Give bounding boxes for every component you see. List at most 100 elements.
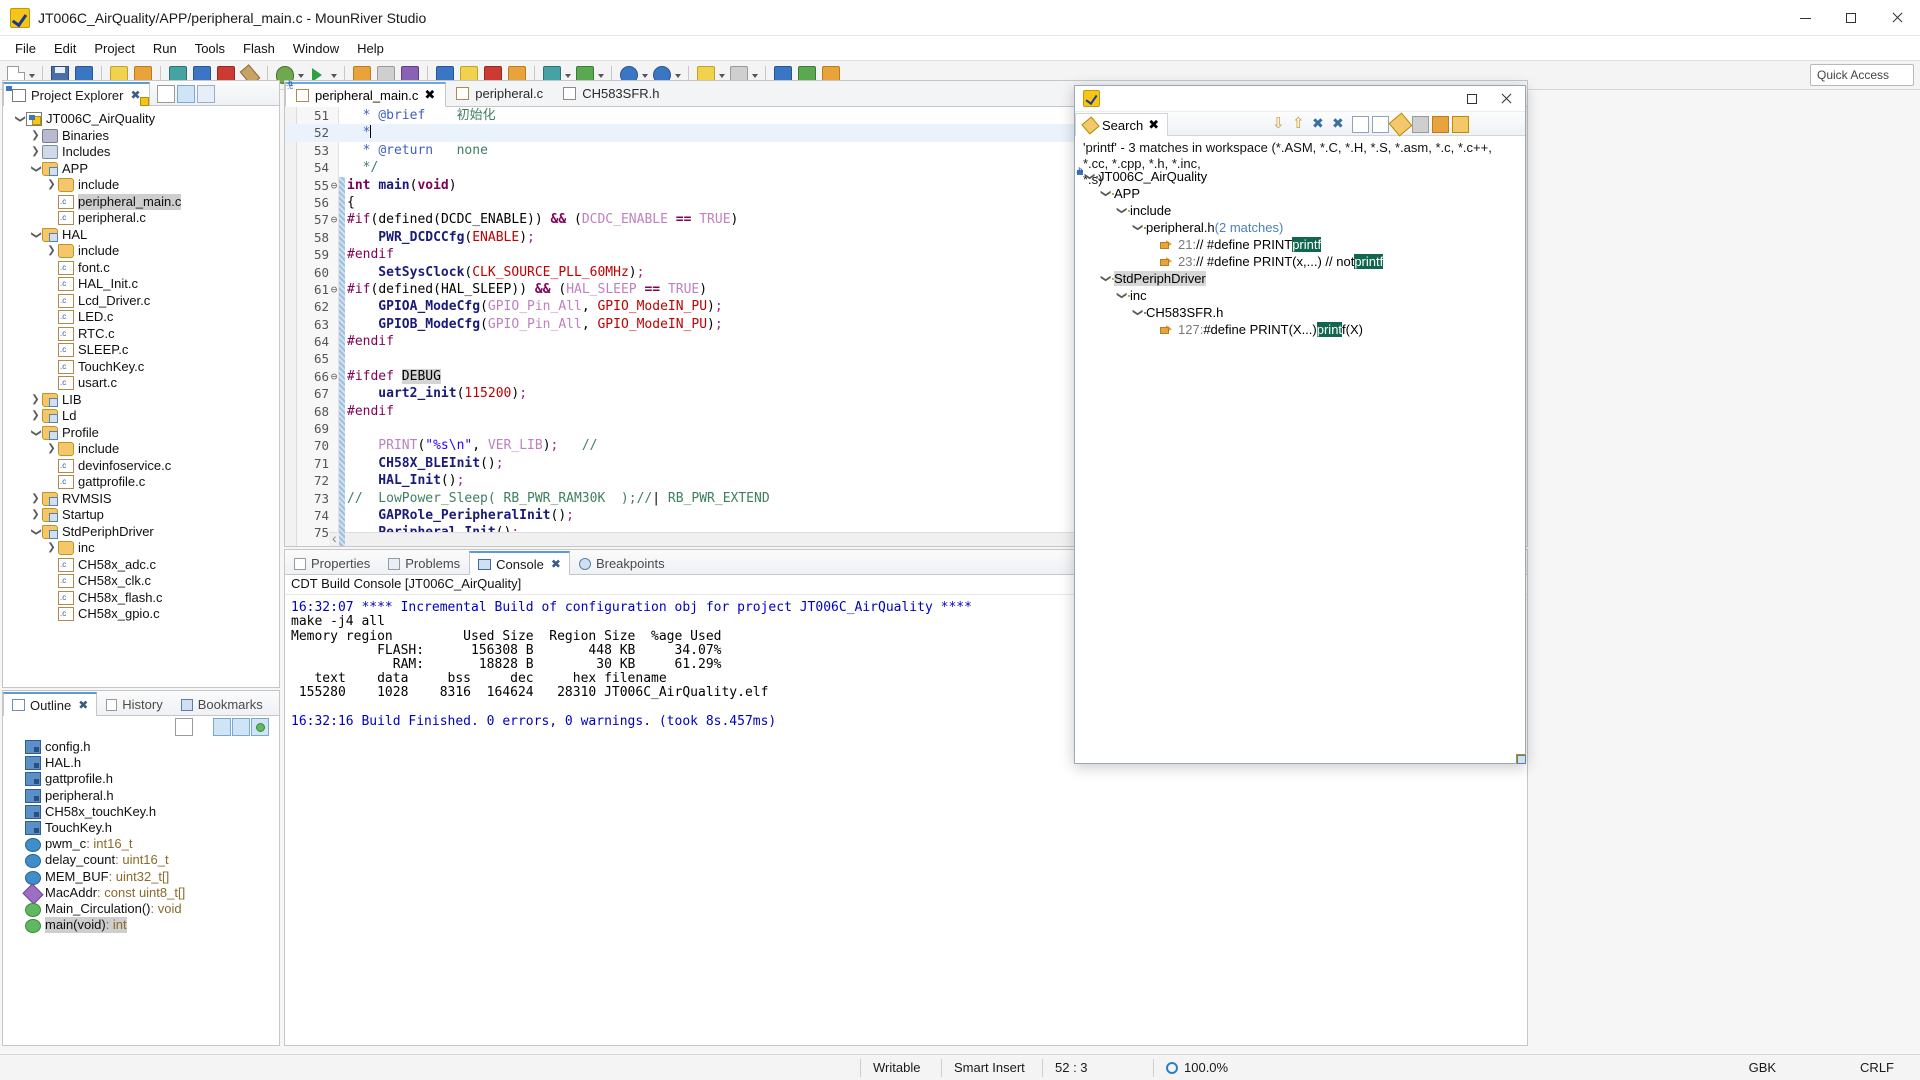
tree-item-ch58x-adc-c[interactable]: CH58x_adc.c bbox=[3, 557, 279, 574]
menu-tools[interactable]: Tools bbox=[186, 38, 234, 59]
expand-arrow-icon[interactable]: ❯ bbox=[29, 128, 42, 144]
expand-arrow-icon[interactable]: ❯ bbox=[29, 507, 42, 523]
tree-item-include[interactable]: ❯ include bbox=[3, 441, 279, 458]
tree-item-ld[interactable]: ❯ Ld bbox=[3, 408, 279, 425]
fold-toggle-icon[interactable]: ⊖ bbox=[329, 211, 339, 228]
search-result-row[interactable]: ❯peripheral.h (2 matches) bbox=[1075, 219, 1525, 236]
hide-fields-icon[interactable] bbox=[213, 718, 231, 736]
minimize-icon[interactable] bbox=[237, 85, 255, 103]
close-button[interactable] bbox=[1489, 86, 1523, 112]
expand-arrow-icon[interactable]: ❯ bbox=[45, 441, 58, 457]
show-next-match-icon[interactable]: ⇩ bbox=[1272, 116, 1289, 133]
project-tree[interactable]: ❯ JT006C_AirQuality ❯ Binaries ❯ Includes ❯ APP… bbox=[3, 107, 279, 687]
outline-item-ch58x-touchkey-h[interactable]: CH58x_touchKey.h bbox=[3, 804, 279, 820]
tree-item-led-c[interactable]: LED.c bbox=[3, 309, 279, 326]
collapse-all-icon[interactable] bbox=[157, 85, 175, 103]
fold-toggle-icon[interactable]: ⊖ bbox=[329, 177, 339, 194]
collapse-arrow-icon[interactable]: ❯ bbox=[1084, 170, 1095, 183]
tree-item-app[interactable]: ❯ APP bbox=[3, 161, 279, 178]
menu-help[interactable]: Help bbox=[348, 38, 393, 59]
tab-search[interactable]: Search ✖ bbox=[1075, 113, 1169, 136]
status-zoom[interactable]: 100.0% bbox=[1154, 1055, 1240, 1080]
menu-window[interactable]: Window bbox=[284, 38, 348, 59]
editor-tab-ch583sfr-h[interactable]: CH583SFR.h bbox=[553, 81, 669, 106]
tree-item-ch58x-clk-c[interactable]: CH58x_clk.c bbox=[3, 573, 279, 590]
search-result-row[interactable]: ❯ include bbox=[1075, 202, 1525, 219]
tree-item-includes[interactable]: ❯ Includes bbox=[3, 144, 279, 161]
tab-bookmarks[interactable]: Bookmarks bbox=[172, 692, 272, 716]
tree-item-lib[interactable]: ❯ LIB bbox=[3, 392, 279, 409]
collapse-all-icon[interactable] bbox=[1372, 116, 1389, 133]
outline-item-delay-count[interactable]: delay_count : uint16_t bbox=[3, 852, 279, 869]
outline-item-touchkey-h[interactable]: TouchKey.h bbox=[3, 820, 279, 836]
search-result-row[interactable]: ❯ StdPeriphDriver bbox=[1075, 270, 1525, 287]
expand-arrow-icon[interactable]: ❯ bbox=[29, 408, 42, 424]
tree-item-binaries[interactable]: ❯ Binaries bbox=[3, 128, 279, 145]
tree-item-devinfoservice-c[interactable]: devinfoservice.c bbox=[3, 458, 279, 475]
expand-arrow-icon[interactable]: ❯ bbox=[29, 491, 42, 507]
view-menu-icon[interactable] bbox=[197, 85, 215, 103]
remove-selected-matches-icon[interactable]: ✖ bbox=[1312, 116, 1329, 133]
tree-item-lcd-driver-c[interactable]: Lcd_Driver.c bbox=[3, 293, 279, 310]
close-button[interactable] bbox=[1874, 0, 1920, 36]
collapse-all-icon[interactable] bbox=[175, 718, 193, 736]
outline-item-pwm-c[interactable]: pwm_c : int16_t bbox=[3, 836, 279, 853]
tree-item-font-c[interactable]: font.c bbox=[3, 260, 279, 277]
menu-edit[interactable]: Edit bbox=[45, 38, 85, 59]
outline-item-gattprofile-h[interactable]: gattprofile.h bbox=[3, 771, 279, 787]
collapse-arrow-icon[interactable]: ❯ bbox=[1132, 306, 1143, 319]
expand-arrow-icon[interactable]: ❯ bbox=[45, 540, 58, 556]
tree-item-profile[interactable]: ❯ Profile bbox=[3, 425, 279, 442]
expand-all-icon[interactable] bbox=[1352, 116, 1369, 133]
tree-item-startup[interactable]: ❯ Startup bbox=[3, 507, 279, 524]
tree-item-ch58x-gpio-c[interactable]: CH58x_gpio.c bbox=[3, 606, 279, 623]
search-result-row[interactable]: 127: #define PRINT(X...) print f(X) bbox=[1075, 321, 1525, 338]
collapse-arrow-icon[interactable]: ❯ bbox=[1100, 187, 1111, 200]
close-icon[interactable]: ✖ bbox=[551, 557, 561, 571]
tab-outline[interactable]: Outline ✖ bbox=[3, 692, 98, 716]
collapse-arrow-icon[interactable]: ❯ bbox=[1116, 204, 1127, 217]
minimize-icon[interactable] bbox=[1484, 116, 1501, 133]
tree-item-peripheral-main-c[interactable]: peripheral_main.c bbox=[3, 193, 279, 211]
expand-arrow-icon[interactable]: ❯ bbox=[45, 243, 58, 259]
tab-problems[interactable]: Problems bbox=[379, 551, 469, 575]
tree-item-jt006c-airquality[interactable]: ❯ JT006C_AirQuality bbox=[3, 111, 279, 128]
tab-project-explorer[interactable]: Project Explorer ✖ bbox=[3, 82, 150, 106]
editor-tab-peripheral-c[interactable]: peripheral.c bbox=[446, 81, 553, 106]
hide-static-icon[interactable] bbox=[232, 718, 250, 736]
maximize-icon[interactable] bbox=[257, 85, 275, 103]
remove-all-matches-icon[interactable]: ✖ bbox=[1332, 116, 1349, 133]
tree-item-sleep-c[interactable]: SLEEP.c bbox=[3, 342, 279, 359]
outline-item-hal-h[interactable]: HAL.h bbox=[3, 755, 279, 771]
close-icon[interactable]: ✖ bbox=[424, 87, 435, 103]
view-menu-icon[interactable] bbox=[1472, 116, 1481, 133]
collapse-arrow-icon[interactable]: ❯ bbox=[1116, 289, 1127, 302]
minimize-button[interactable] bbox=[1782, 0, 1828, 36]
tab-history[interactable]: History bbox=[97, 692, 171, 716]
tree-item-rvmsis[interactable]: ❯ RVMSIS bbox=[3, 491, 279, 508]
view-dropdown-icon[interactable] bbox=[217, 85, 235, 103]
tree-item-include[interactable]: ❯ include bbox=[3, 177, 279, 194]
show-previous-match-icon[interactable]: ⇧ bbox=[1292, 116, 1309, 133]
tab-console[interactable]: Console ✖ bbox=[469, 551, 570, 575]
tree-item-usart-c[interactable]: usart.c bbox=[3, 375, 279, 392]
tab-properties[interactable]: Properties bbox=[285, 551, 379, 575]
close-icon[interactable]: ✖ bbox=[1148, 117, 1159, 133]
pin-search-view-icon[interactable] bbox=[1432, 116, 1449, 133]
tree-item-touchkey-c[interactable]: TouchKey.c bbox=[3, 359, 279, 376]
search-result-row[interactable]: 23: // #define PRINT(x,...) // not print… bbox=[1075, 253, 1525, 270]
restore-button[interactable] bbox=[1455, 86, 1489, 112]
tab-breakpoints[interactable]: Breakpoints bbox=[570, 551, 674, 575]
search-history-icon[interactable] bbox=[1452, 116, 1469, 133]
close-icon[interactable]: ✖ bbox=[78, 698, 88, 712]
tree-item-inc[interactable]: ❯ inc bbox=[3, 540, 279, 557]
search-result-row[interactable]: 21: // #define PRINT printf bbox=[1075, 236, 1525, 253]
expand-arrow-icon[interactable]: ❯ bbox=[29, 392, 42, 408]
tree-item-gattprofile-c[interactable]: gattprofile.c bbox=[3, 474, 279, 491]
tree-item-ch58x-flash-c[interactable]: CH58x_flash.c bbox=[3, 590, 279, 607]
cancel-icon[interactable] bbox=[1412, 116, 1429, 133]
link-with-editor-icon[interactable] bbox=[177, 85, 195, 103]
search-result-row[interactable]: ❯ inc bbox=[1075, 287, 1525, 304]
search-result-row[interactable]: ❯CH583SFR.h bbox=[1075, 304, 1525, 321]
quick-access-input[interactable]: Quick Access bbox=[1810, 64, 1914, 86]
